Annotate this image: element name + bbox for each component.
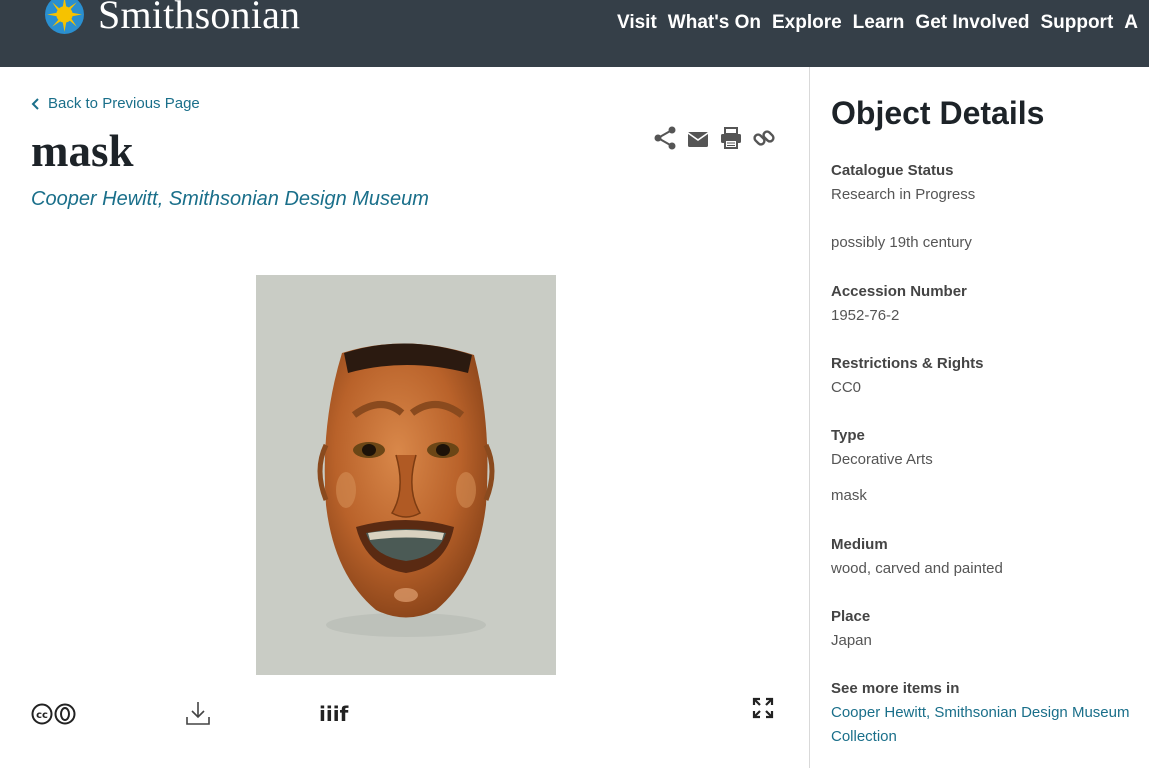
place-label: Place [831,608,871,625]
nav-more[interactable]: A [1124,12,1138,34]
nav-explore[interactable]: Explore [772,12,842,34]
iiif-icon[interactable]: iiif [319,701,349,726]
sun-logo-icon [45,0,84,34]
svg-text:iiif: iiif [319,702,349,725]
catalogue-status-value: Research in Progress [831,186,976,203]
nav-support[interactable]: Support [1040,12,1113,34]
expand-icon[interactable] [752,697,774,719]
back-link[interactable]: Back to Previous Page [31,95,200,112]
nav-learn[interactable]: Learn [853,12,905,34]
print-icon[interactable] [718,125,744,151]
type-sub-value: mask [831,487,867,504]
nav-visit[interactable]: Visit [617,12,657,34]
link-icon[interactable] [751,125,777,151]
medium-label: Medium [831,536,888,553]
nav-whats-on[interactable]: What's On [668,12,761,34]
accession-value: 1952-76-2 [831,307,900,324]
accession-label: Accession Number [831,283,967,300]
page-title: mask [31,126,134,176]
back-link-label: Back to Previous Page [48,95,200,112]
type-value: Decorative Arts [831,451,933,468]
nav-get-involved[interactable]: Get Involved [915,12,1029,34]
chevron-left-icon [31,97,39,110]
main-nav: Visit What's On Explore Learn Get Involv… [617,12,1149,34]
download-icon[interactable] [185,700,211,726]
share-icon[interactable] [652,125,678,151]
object-image[interactable] [256,275,556,675]
logo-wordmark: Smithsonian [98,0,301,37]
see-more-label: See more items in [831,680,960,697]
svg-text:cc: cc [36,710,48,721]
creative-commons-zero-icon[interactable]: cc [31,702,77,726]
see-more-link-line1[interactable]: Cooper Hewitt, Smithsonian Design Museum [831,704,1129,721]
email-icon[interactable] [685,125,711,151]
rights-value: CC0 [831,379,862,396]
smithsonian-logo[interactable]: Smithsonian [44,0,300,35]
see-more-link-line2[interactable]: Collection [831,728,897,745]
mask-image [256,275,556,675]
museum-link[interactable]: Cooper Hewitt, Smithsonian Design Museum [31,188,429,211]
site-header: Smithsonian Visit What's On Explore Lear… [0,0,1149,67]
share-toolbar [652,125,784,151]
catalogue-status-label: Catalogue Status [831,162,954,179]
place-value: Japan [831,632,872,649]
type-label: Type [831,427,865,444]
details-heading: Object Details [831,95,1045,131]
medium-value: wood, carved and painted [831,560,1003,577]
rights-label: Restrictions & Rights [831,355,984,372]
date-value: possibly 19th century [831,234,972,251]
object-main: Back to Previous Page mask Cooper Hewitt… [0,67,809,768]
object-details-panel: Object Details Catalogue Status Research… [809,67,1149,768]
